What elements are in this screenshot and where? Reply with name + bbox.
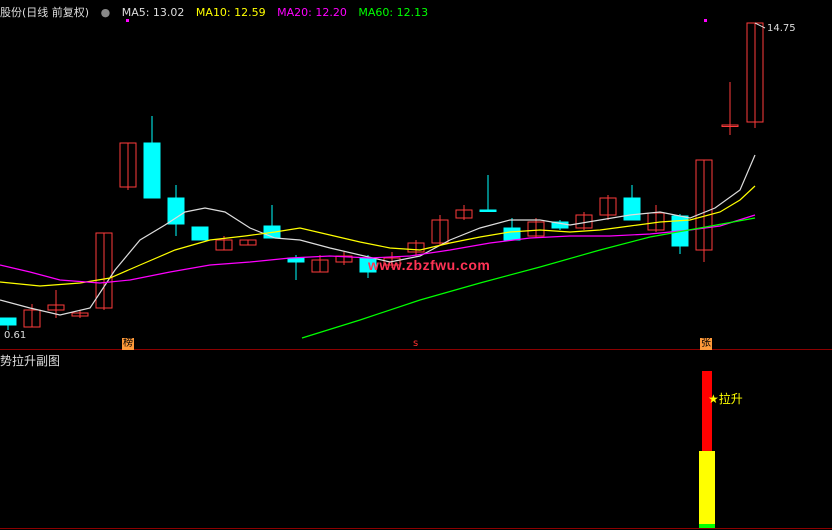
event-badge-s[interactable]: s [412,338,419,350]
candle-body-6 [143,142,161,199]
high-price-label: 14.75 [767,23,796,34]
candle-body-0 [0,317,17,326]
candle-body-26 [623,197,641,221]
candle-body-20 [479,209,497,212]
candle-body-8 [191,226,209,241]
candle-body-21 [503,227,521,241]
sub-panel-title: 势拉升副图 [0,354,61,368]
candle-body-12 [287,257,305,263]
event-badge-bang[interactable]: 榜 [122,338,134,350]
marker-dot [704,19,707,22]
signal-bar-base [699,524,715,528]
watermark-text: www.zbzfwu.com [368,257,491,273]
settings-icon[interactable]: ● [101,6,111,19]
ma60-label: MA60: 12.13 [358,6,429,19]
ma20-label: MA20: 12.20 [277,6,347,19]
stock-title: 股份(日线 前复权) [0,6,90,19]
low-price-label: 0.61 [4,330,27,341]
signal-bar-yellow [699,451,715,526]
candle-body-7 [167,197,185,225]
signal-bar-red [702,371,712,451]
ma10-label: MA10: 12.59 [195,6,266,19]
ma5-label: MA5: 13.02 [121,6,185,19]
chart-header: 股份(日线 前复权) ● MA5: 13.02 MA10: 12.59 MA20… [0,4,436,20]
event-badge-zhang[interactable]: 张 [700,338,712,350]
signal-label: ★拉升 [708,392,743,406]
